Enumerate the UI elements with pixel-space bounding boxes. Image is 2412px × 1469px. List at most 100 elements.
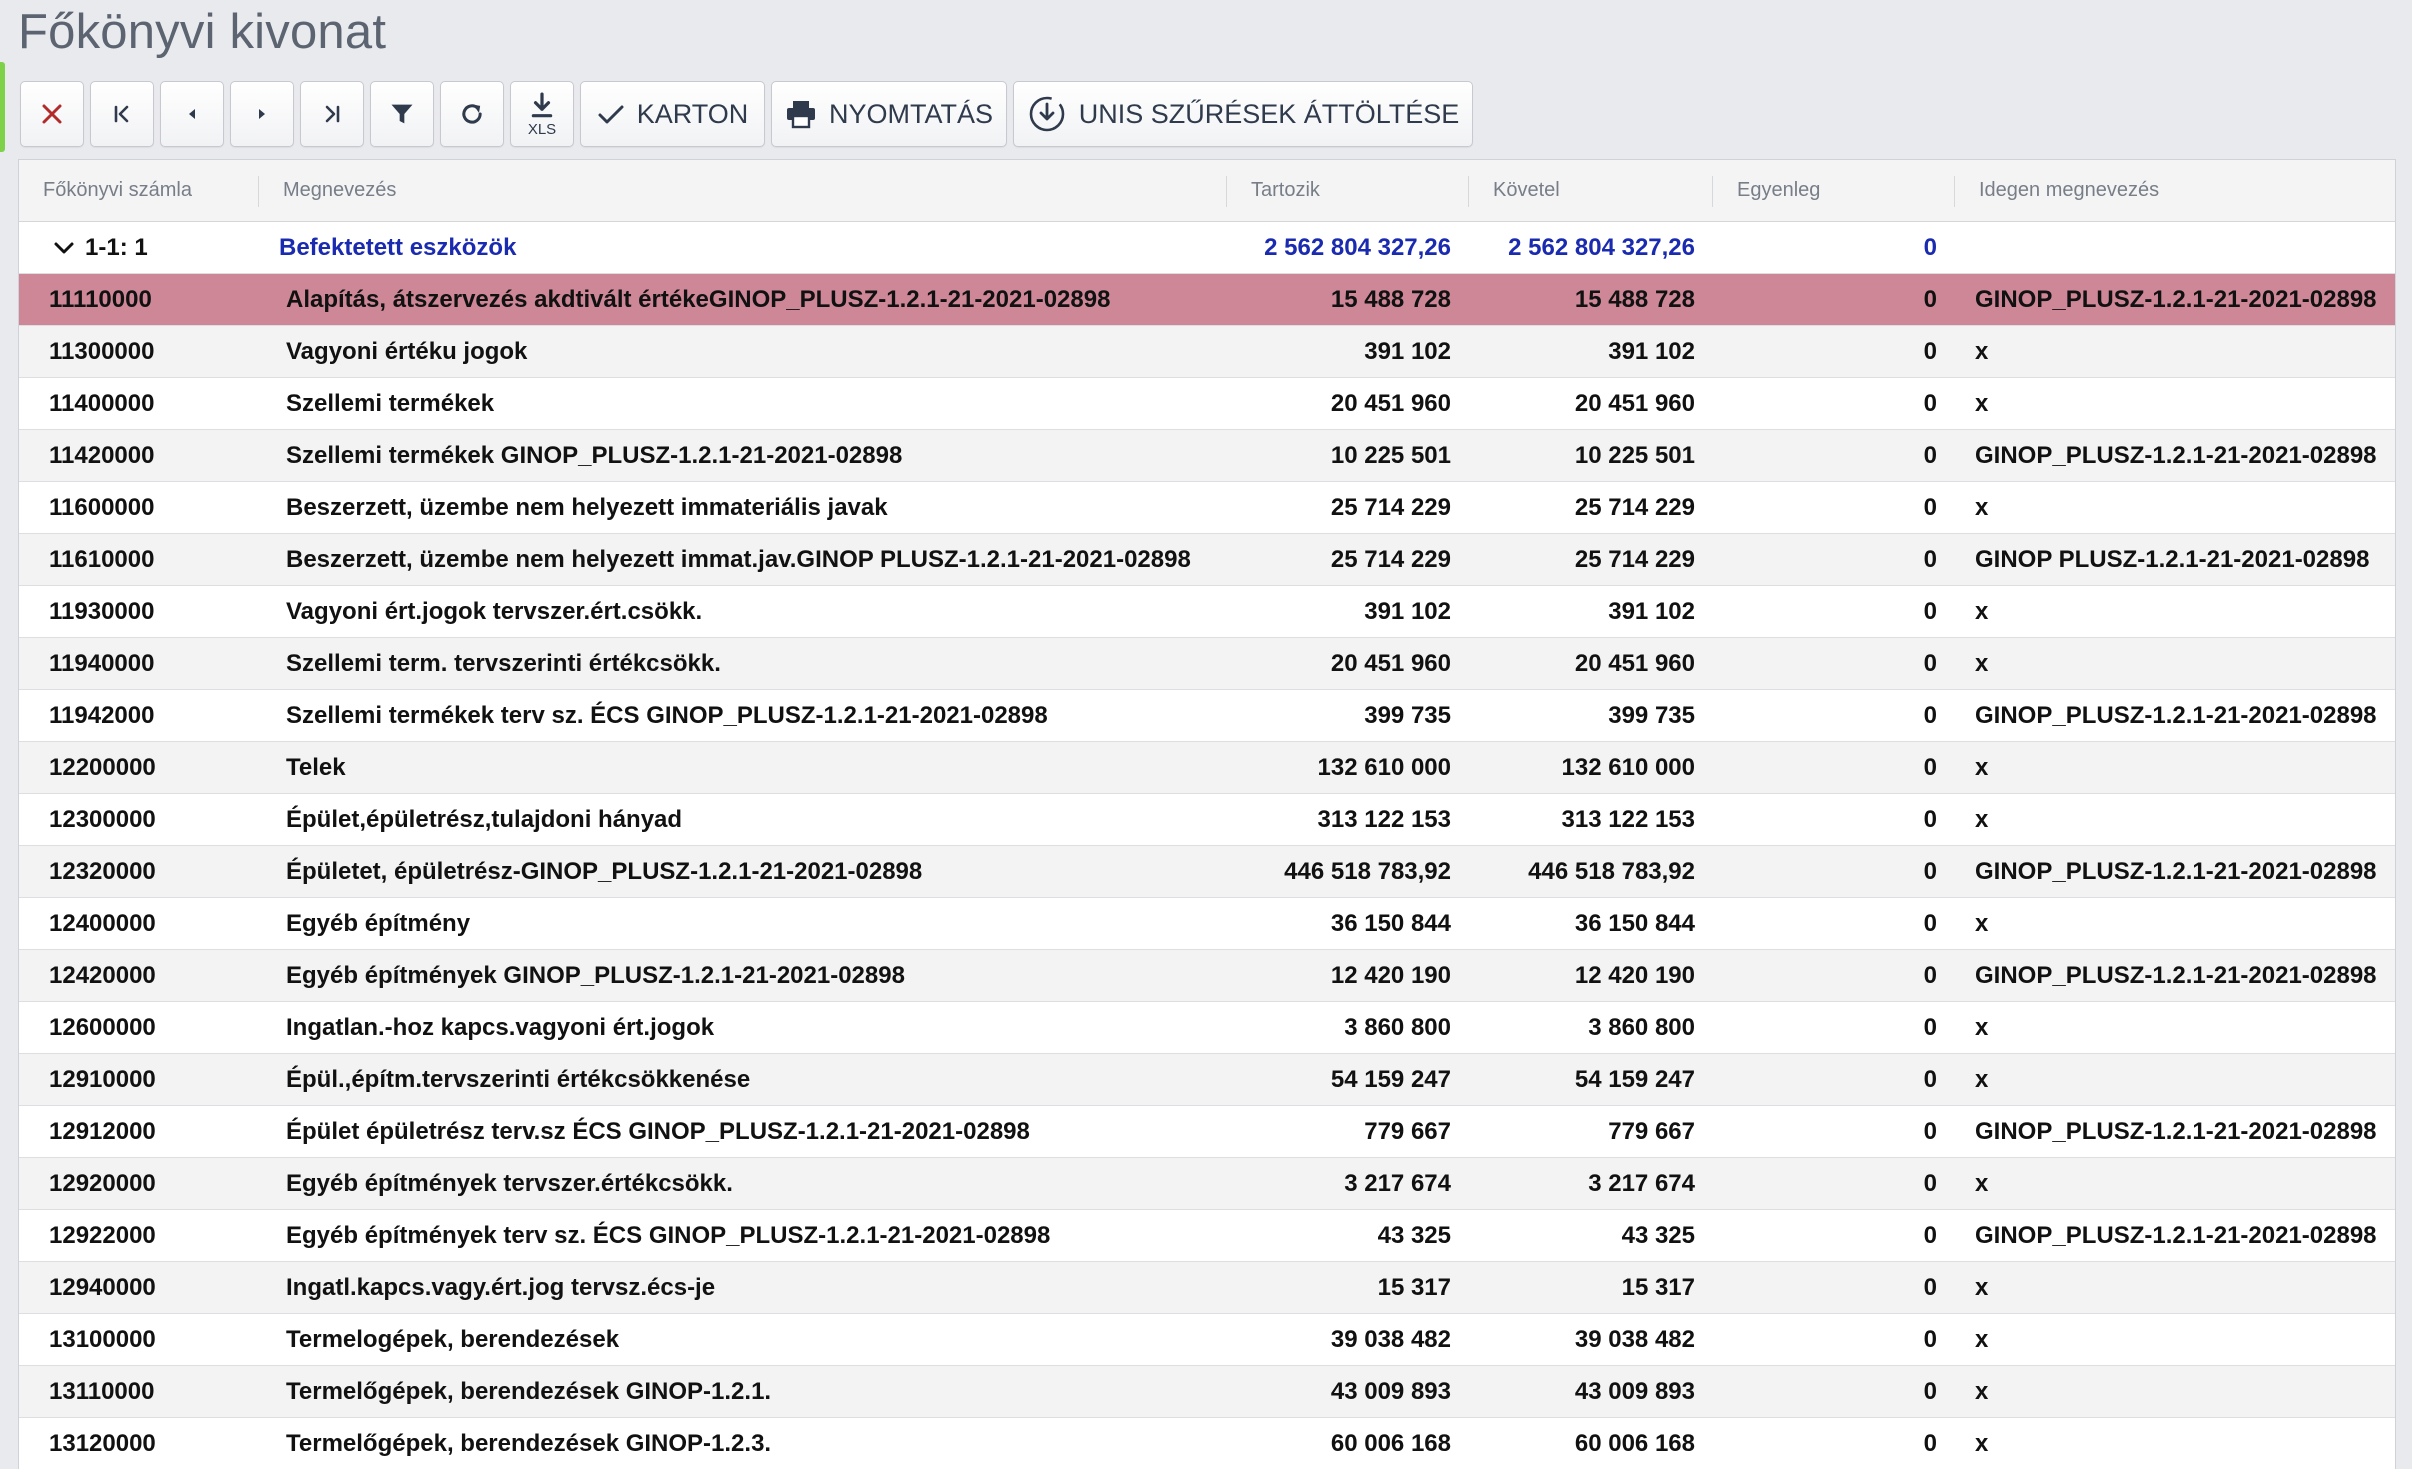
foreign-name-cell: GINOP_PLUSZ-1.2.1-21-2021-02898: [1975, 701, 2377, 729]
table-row[interactable]: 11942000 Szellemi termékek terv sz. ÉCS G…: [19, 690, 2395, 742]
debit-cell: 25 714 229: [1330, 493, 1451, 521]
refresh-button[interactable]: [440, 81, 504, 147]
name-cell: Termelőgépek, berendezések GINOP-1.2.1.: [286, 1377, 772, 1405]
group-row[interactable]: 1-1: 1 Befektetett eszközök 2 562 804 32…: [19, 222, 2395, 274]
col-header-credit[interactable]: Követel: [1469, 160, 1713, 221]
table-row[interactable]: 11930000 Vagyoni ért.jogok tervszer.ért.c…: [19, 586, 2395, 638]
export-xls-button[interactable]: XLS: [510, 81, 574, 147]
balance-cell: 0: [1923, 389, 1937, 417]
table-row[interactable]: 11300000 Vagyoni értéku jogok 391 102 391 1…: [19, 326, 2395, 378]
foreign-name-cell: x: [1975, 389, 1989, 417]
name-cell: Egyéb építmények GINOP_PLUSZ-1.2.1-21-20…: [286, 961, 905, 989]
foreign-name-cell: x: [1975, 1429, 1989, 1457]
balance-cell: 0: [1923, 753, 1937, 781]
table-row[interactable]: 12920000 Egyéb építmények tervszer.értékc…: [19, 1158, 2395, 1210]
table-row[interactable]: 12910000 Épül.,építm.tervszerinti értékcs…: [19, 1054, 2395, 1106]
foreign-name-cell: GINOP_PLUSZ-1.2.1-21-2021-02898: [1975, 1221, 2377, 1249]
karton-button[interactable]: KARTON: [580, 81, 765, 147]
table-row[interactable]: 12940000 Ingatl.kapcs.vagy.ért.jog tervsz…: [19, 1262, 2395, 1314]
name-cell: Szellemi term. tervszerinti értékcsökk.: [286, 649, 721, 677]
table-row[interactable]: 12320000 Épületet, épületrész-GINOP_PLUSZ…: [19, 846, 2395, 898]
name-cell: Épület,épületrész,tulajdoni hányad: [286, 805, 683, 833]
next-record-button[interactable]: [230, 81, 294, 147]
account-cell: 11400000: [49, 389, 155, 417]
side-tab-indicator[interactable]: [0, 62, 5, 152]
balance-cell: 0: [1923, 545, 1937, 573]
import-circle-icon: [1029, 96, 1065, 132]
credit-cell: 3 860 800: [1588, 1013, 1695, 1041]
debit-cell: 313 122 153: [1317, 805, 1451, 833]
col-header-debit[interactable]: Tartozik: [1227, 160, 1469, 221]
page-title: Főkönyvi kivonat: [18, 5, 387, 59]
table-row[interactable]: 11940000 Szellemi term. tervszerinti érté…: [19, 638, 2395, 690]
balance-cell: 0: [1923, 857, 1937, 885]
debit-cell: 391 102: [1364, 597, 1451, 625]
table-row[interactable]: 12420000 Egyéb építmények GINOP_PLUSZ-1.2…: [19, 950, 2395, 1002]
debit-cell: 132 610 000: [1317, 753, 1451, 781]
col-header-account[interactable]: Főkönyvi számla: [19, 160, 259, 221]
close-button[interactable]: [20, 81, 84, 147]
first-record-button[interactable]: [90, 81, 154, 147]
col-header-foreign-name[interactable]: Idegen megnevezés: [1955, 160, 2395, 221]
col-header-balance[interactable]: Egyenleg: [1713, 160, 1955, 221]
account-cell: 11600000: [49, 493, 155, 521]
print-button[interactable]: NYOMTATÁS: [771, 81, 1007, 147]
credit-cell: 313 122 153: [1561, 805, 1695, 833]
table-row[interactable]: 12912000 Épület épületrész terv.sz ÉCS GI…: [19, 1106, 2395, 1158]
balance-cell: 0: [1923, 493, 1937, 521]
table-row[interactable]: 11420000 Szellemi termékek GINOP_PLUSZ-1.…: [19, 430, 2395, 482]
unis-filter-import-button[interactable]: UNIS SZŰRÉSEK ÁTTÖLTÉSE: [1013, 81, 1473, 147]
debit-cell: 399 735: [1364, 701, 1451, 729]
group-label: 1-1: 1: [85, 233, 148, 261]
refresh-icon: [462, 104, 482, 124]
account-cell: 11300000: [49, 337, 155, 365]
credit-cell: 3 217 674: [1588, 1169, 1695, 1197]
balance-cell: 0: [1923, 1325, 1937, 1353]
balance-cell: 0: [1923, 805, 1937, 833]
chevron-down-icon: [54, 242, 74, 253]
balance-cell: 0: [1923, 961, 1937, 989]
credit-cell: 132 610 000: [1561, 753, 1695, 781]
account-cell: 13100000: [49, 1325, 156, 1353]
xls-label: XLS: [527, 120, 557, 138]
col-header-name[interactable]: Megnevezés: [259, 160, 1227, 221]
table-row[interactable]: 13120000 Termelőgépek, berendezések GINOP…: [19, 1418, 2395, 1469]
debit-cell: 54 159 247: [1330, 1065, 1451, 1093]
name-cell: Ingatl.kapcs.vagy.ért.jog tervsz.écs-je: [286, 1273, 716, 1301]
filter-icon: [391, 104, 413, 124]
printer-icon: [786, 101, 815, 129]
prev-icon: [189, 109, 195, 119]
account-cell: 12200000: [49, 753, 156, 781]
previous-record-button[interactable]: [160, 81, 224, 147]
table-row[interactable]: 11600000 Beszerzett, üzembe nem helyezett…: [19, 482, 2395, 534]
table-row[interactable]: 11110000 Alapítás, átszervezés akdtivált …: [19, 274, 2395, 326]
table-row[interactable]: 13100000 Termelogépek, berendezések 39 038…: [19, 1314, 2395, 1366]
unis-filter-import-label: UNIS SZŰRÉSEK ÁTTÖLTÉSE: [1078, 98, 1460, 129]
table-row[interactable]: 13110000 Termelőgépek, berendezések GINOP…: [19, 1366, 2395, 1418]
balance-cell: 0: [1923, 701, 1937, 729]
table-row[interactable]: 11610000 Beszerzett, üzembe nem helyezett…: [19, 534, 2395, 586]
account-cell: 11110000: [49, 285, 152, 313]
group-toggle[interactable]: 1-1: 1: [19, 222, 259, 273]
credit-cell: 36 150 844: [1574, 909, 1695, 937]
filter-button[interactable]: [370, 81, 434, 147]
table-row[interactable]: 11400000 Szellemi termékek 20 451 960 20 45…: [19, 378, 2395, 430]
credit-cell: 39 038 482: [1574, 1325, 1695, 1353]
foreign-name-cell: GINOP_PLUSZ-1.2.1-21-2021-02898: [1975, 285, 2377, 313]
last-record-button[interactable]: [300, 81, 364, 147]
table-row[interactable]: 12300000 Épület,épületrész,tulajdoni hány…: [19, 794, 2395, 846]
balance-cell: 0: [1923, 1013, 1937, 1041]
table-row[interactable]: 12922000 Egyéb építmények terv sz. ÉCS GI…: [19, 1210, 2395, 1262]
account-cell: 12400000: [49, 909, 156, 937]
account-cell: 11610000: [49, 545, 155, 573]
table-row[interactable]: 12200000 Telek 132 610 000 132 610 000 0 x: [19, 742, 2395, 794]
group-credit: 2 562 804 327,26: [1508, 233, 1695, 261]
credit-cell: 43 009 893: [1574, 1377, 1695, 1405]
account-cell: 13110000: [49, 1377, 155, 1405]
foreign-name-cell: x: [1975, 1377, 1989, 1405]
name-cell: Szellemi termékek GINOP_PLUSZ-1.2.1-21-2…: [286, 441, 903, 469]
table-row[interactable]: 12400000 Egyéb építmény 36 150 844 36 150 8…: [19, 898, 2395, 950]
debit-cell: 15 317: [1377, 1273, 1451, 1301]
debit-cell: 20 451 960: [1330, 389, 1451, 417]
table-row[interactable]: 12600000 Ingatlan.-hoz kapcs.vagyoni ért.…: [19, 1002, 2395, 1054]
